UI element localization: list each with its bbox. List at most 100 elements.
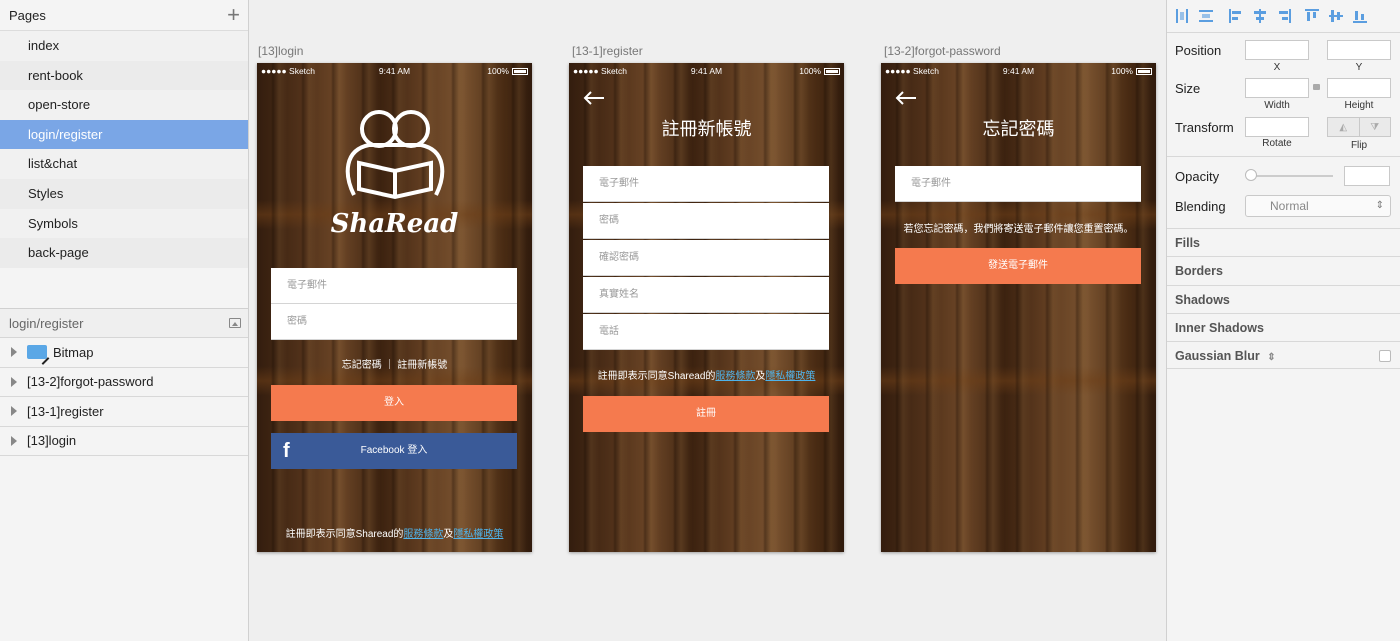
layers-header: login/register — [0, 308, 248, 338]
distribute-horizontal-icon[interactable] — [1175, 9, 1189, 23]
terms-notice: 註冊即表示同意Sharead的服務條款及隱私權政策 — [569, 367, 844, 382]
flip-caption: Flip — [1350, 140, 1368, 151]
gaussian-blur-checkbox[interactable] — [1379, 350, 1391, 362]
section-fills[interactable]: Fills — [1167, 228, 1400, 256]
align-bottom-icon[interactable] — [1353, 9, 1367, 23]
layer-item-login[interactable]: [13]login — [0, 426, 248, 456]
alignment-toolbar — [1167, 0, 1400, 33]
brand-wordmark: ShaRead — [330, 209, 459, 239]
blending-select[interactable]: Normal ⇕ — [1245, 195, 1391, 217]
send-email-button[interactable]: 發送電子郵件 — [895, 248, 1141, 284]
page-item-index[interactable]: index — [0, 31, 248, 61]
register-button[interactable]: 註冊 — [583, 396, 829, 432]
artboard-title-login[interactable]: [13]login — [258, 44, 303, 58]
sharead-logo — [345, 110, 445, 200]
page-item-symbols[interactable]: Symbols — [0, 208, 248, 239]
align-center-horizontal-icon[interactable] — [1253, 9, 1267, 23]
opacity-slider[interactable] — [1247, 175, 1333, 177]
align-top-icon[interactable] — [1305, 9, 1319, 23]
rotate-field[interactable] — [1245, 117, 1309, 137]
terms-of-service-link[interactable]: 服務條款 — [403, 529, 443, 540]
artboard-title-forgot[interactable]: [13-2]forgot-password — [884, 44, 1001, 58]
disclosure-triangle-icon[interactable] — [11, 347, 17, 358]
battery-status: 100% — [1111, 66, 1152, 76]
size-label: Size — [1175, 81, 1201, 96]
privacy-policy-link[interactable]: 隱私權政策 — [453, 529, 503, 540]
layer-item-forgot-password[interactable]: [13-2]forgot-password — [0, 367, 248, 397]
back-arrow-icon[interactable] — [895, 91, 917, 105]
flip-horizontal-icon[interactable]: ◭ — [1328, 118, 1360, 136]
phone-input[interactable]: 電話 — [583, 314, 829, 350]
page-item-list-chat[interactable]: list&chat — [0, 149, 248, 179]
layers-list: Bitmap [13-2]forgot-password [13-1]regis… — [0, 338, 248, 456]
divider — [1167, 156, 1400, 157]
terms-and: 及 — [755, 371, 766, 382]
artboard-register[interactable]: ●●●●● Sketch 9:41 AM 100% 註冊新帳號 電子郵件 密碼 … — [569, 63, 844, 552]
facebook-icon: f — [283, 440, 290, 462]
layer-item-bitmap[interactable]: Bitmap — [0, 338, 248, 368]
email-input[interactable]: 電子郵件 — [271, 268, 517, 304]
align-right-icon[interactable] — [1277, 9, 1291, 23]
section-inner-shadows[interactable]: Inner Shadows — [1167, 313, 1400, 341]
section-shadows[interactable]: Shadows — [1167, 285, 1400, 313]
blending-value: Normal — [1270, 199, 1309, 213]
layers-title: login/register — [9, 315, 84, 331]
blur-type-chevron-icon[interactable]: ⇕ — [1267, 352, 1275, 363]
terms-and: 及 — [443, 529, 454, 540]
page-item-styles[interactable]: Styles — [0, 178, 248, 209]
password-input[interactable]: 密碼 — [271, 304, 517, 340]
email-input[interactable]: 電子郵件 — [895, 166, 1141, 202]
section-borders[interactable]: Borders — [1167, 256, 1400, 284]
back-arrow-icon[interactable] — [583, 91, 605, 105]
blending-label: Blending — [1175, 199, 1226, 214]
width-field[interactable] — [1245, 78, 1309, 98]
battery-percent: 100% — [1111, 66, 1133, 76]
terms-prefix: 註冊即表示同意Sharead的 — [597, 371, 716, 382]
align-left-icon[interactable] — [1229, 9, 1243, 23]
forgot-register-links[interactable]: 忘記密碼 ｜ 註冊新帳號 — [257, 356, 532, 371]
page-item-login-register[interactable]: login/register — [0, 119, 248, 150]
page-title: 忘記密碼 — [982, 119, 1055, 139]
page-title: 註冊新帳號 — [661, 119, 752, 139]
battery-percent: 100% — [799, 66, 821, 76]
disclosure-triangle-icon[interactable] — [11, 376, 17, 387]
password-input[interactable]: 密碼 — [583, 203, 829, 239]
battery-icon — [824, 67, 840, 75]
layer-label: Bitmap — [53, 344, 94, 360]
height-field[interactable] — [1327, 78, 1391, 98]
disclosure-triangle-icon[interactable] — [11, 406, 17, 417]
privacy-policy-link[interactable]: 隱私權政策 — [765, 371, 815, 382]
facebook-login-button[interactable]: f Facebook 登入 — [271, 433, 517, 469]
terms-of-service-link[interactable]: 服務條款 — [715, 371, 755, 382]
login-button[interactable]: 登入 — [271, 385, 517, 421]
artboard-login[interactable]: ●●●●● Sketch 9:41 AM 100% ShaRead 電子郵件 密… — [257, 63, 532, 552]
align-middle-vertical-icon[interactable] — [1329, 9, 1343, 23]
collapse-all-icon[interactable] — [229, 318, 241, 328]
opacity-field[interactable] — [1344, 166, 1390, 186]
lock-icon[interactable] — [1313, 84, 1320, 90]
artboard-title-register[interactable]: [13-1]register — [572, 44, 643, 58]
confirm-password-input[interactable]: 確認密碼 — [583, 240, 829, 276]
section-gaussian-blur[interactable]: Gaussian Blur ⇕ — [1167, 341, 1400, 369]
distribute-vertical-icon[interactable] — [1199, 9, 1213, 23]
page-item-rent-book[interactable]: rent-book — [0, 60, 248, 91]
page-item-open-store[interactable]: open-store — [0, 90, 248, 120]
real-name-input[interactable]: 真實姓名 — [583, 277, 829, 313]
status-bar: ●●●●● Sketch 9:41 AM 100% — [881, 63, 1156, 79]
pages-header: Pages + — [0, 0, 248, 31]
battery-icon — [512, 67, 528, 75]
email-input[interactable]: 電子郵件 — [583, 166, 829, 202]
page-item-back-page[interactable]: back-page — [0, 238, 248, 268]
add-page-button[interactable]: + — [227, 4, 240, 26]
disclosure-triangle-icon[interactable] — [11, 435, 17, 446]
height-caption: Height — [1344, 100, 1374, 111]
artboard-forgot-password[interactable]: ●●●●● Sketch 9:41 AM 100% 忘記密碼 電子郵件 若您忘記… — [881, 63, 1156, 552]
position-y-field[interactable] — [1327, 40, 1391, 60]
folder-icon — [27, 345, 47, 360]
width-caption: Width — [1264, 100, 1290, 111]
position-x-field[interactable] — [1245, 40, 1309, 60]
opacity-slider-knob[interactable] — [1245, 169, 1257, 181]
flip-vertical-icon[interactable]: ⧩ — [1360, 118, 1391, 136]
layer-item-register[interactable]: [13-1]register — [0, 397, 248, 427]
inspector-panel: Position X Y Size Width Height Transform… — [1166, 0, 1400, 641]
